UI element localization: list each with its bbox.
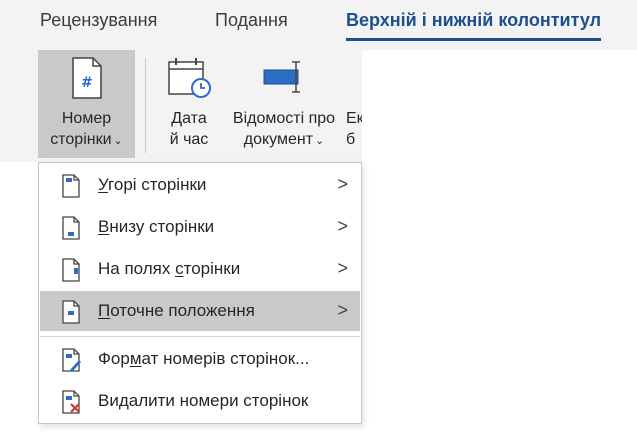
document-info-icon (260, 56, 308, 106)
ribbon-panel: # Номер сторінки ⌄ Дата й час Відомості … (0, 50, 362, 162)
tab-review[interactable]: Рецензування (40, 10, 157, 31)
quick-parts-button[interactable]: Ек б (346, 50, 362, 158)
svg-text:#: # (81, 75, 93, 91)
chevron-down-icon: ⌄ (315, 135, 325, 147)
document-info-label-line2: документ (243, 131, 314, 148)
page-margin-number-icon (60, 258, 82, 282)
chevron-down-icon: ⌄ (113, 135, 123, 147)
quick-parts-label-line1: Ек (346, 110, 362, 127)
page-number-button[interactable]: # Номер сторінки ⌄ (38, 50, 135, 158)
chevron-right-icon: > (337, 216, 348, 236)
date-time-label-line2: й час (169, 131, 209, 148)
date-time-label-line1: Дата (171, 110, 207, 127)
menu-item-2[interactable]: Внизу сторінки > (40, 207, 360, 247)
tab-header-footer[interactable]: Верхній і нижній колонтитул (346, 10, 602, 41)
menu-separator (40, 336, 360, 337)
menu-item-1[interactable]: Угорі сторінки > (40, 165, 360, 205)
ribbon-group-divider (145, 58, 146, 153)
page-top-number-icon (60, 174, 82, 198)
menu-item-label: Поточне положення (98, 301, 255, 320)
menu-item-3[interactable]: На полях сторінки > (40, 249, 360, 289)
document-info-button[interactable]: Відомості про документ ⌄ (224, 50, 344, 158)
remove-page-numbers-icon (60, 390, 82, 414)
menu-item-label: Видалити номери сторінок (98, 391, 309, 410)
tab-view[interactable]: Подання (215, 10, 288, 31)
menu-item-label: Угорі сторінки (98, 175, 207, 194)
date-time-button[interactable]: Дата й час (156, 50, 222, 158)
format-page-numbers-icon (60, 348, 82, 372)
menu-item-label: Внизу сторінки (98, 217, 215, 236)
ribbon-tab-strip: Рецензування Подання Верхній і нижній ко… (0, 0, 637, 50)
current-position-icon (60, 300, 82, 324)
menu-item-6[interactable]: Видалити номери сторінок (40, 381, 360, 421)
menu-item-label: Формат номерів сторінок... (98, 349, 310, 368)
page-number-label-line1: Номер (61, 110, 112, 127)
page-bottom-number-icon (60, 216, 82, 240)
menu-item-5[interactable]: Формат номерів сторінок... (40, 339, 360, 379)
chevron-right-icon: > (337, 300, 348, 320)
chevron-right-icon: > (337, 174, 348, 194)
page-number-menu: Угорі сторінки > Внизу сторінки > На полях с… (38, 162, 362, 424)
quick-parts-label-line2: б (346, 131, 356, 148)
menu-item-label: На полях сторінки (98, 259, 241, 278)
page-number-icon: # (70, 56, 104, 106)
page-number-label-line2: сторінки (50, 131, 112, 148)
menu-item-4[interactable]: Поточне положення > (40, 291, 360, 331)
calendar-clock-icon (165, 56, 213, 106)
document-info-label-line1: Відомості про (232, 110, 336, 127)
chevron-right-icon: > (337, 258, 348, 278)
